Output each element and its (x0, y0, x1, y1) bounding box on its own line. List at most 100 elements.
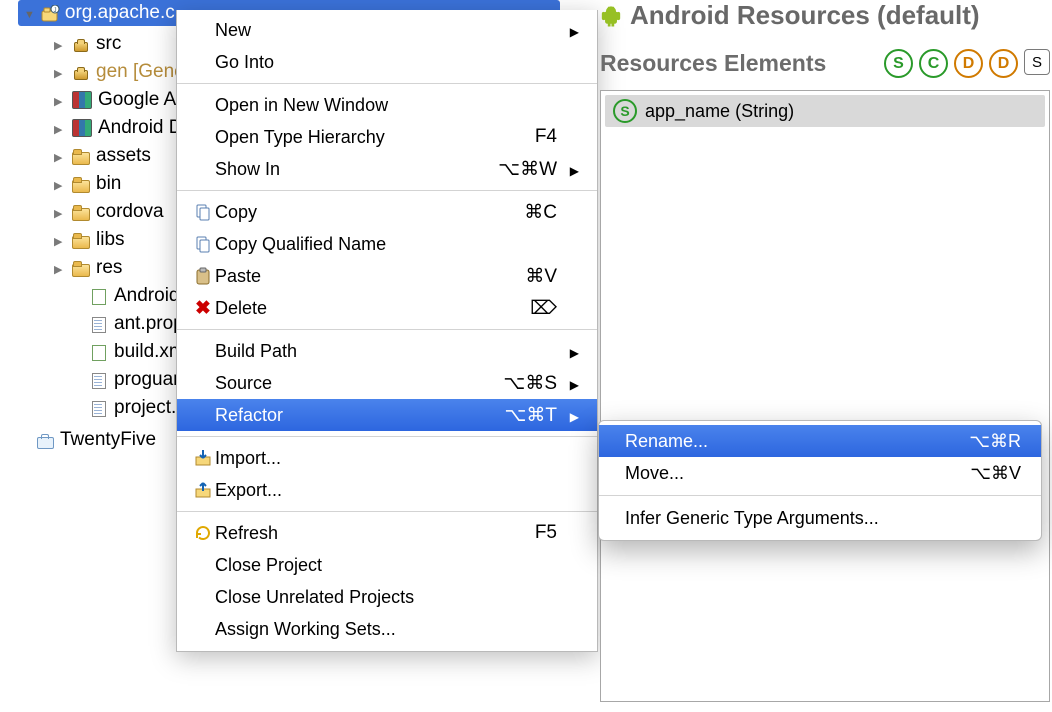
menu-item-label: Paste (215, 266, 477, 287)
string-resource-icon: S (613, 99, 637, 123)
menu-item-label: Close Unrelated Projects (215, 587, 477, 608)
disclosure-triangle-icon[interactable] (54, 261, 66, 276)
menu-item-show-in[interactable]: Show In⌥⌘W (177, 153, 597, 185)
tree-item-label: Android D (98, 117, 183, 139)
menu-item-label: Rename... (625, 431, 941, 452)
resource-list[interactable]: S app_name (String) (600, 90, 1050, 702)
booklib-icon (72, 91, 92, 109)
resource-list-item[interactable]: S app_name (String) (605, 95, 1045, 127)
menu-separator (177, 83, 597, 84)
submenu-arrow-icon (557, 405, 579, 426)
tree-item-label: src (96, 33, 121, 55)
submenu-arrow-icon (557, 341, 579, 362)
export-icon (191, 481, 215, 499)
resources-subheader-row: Resources Elements SCDDS (600, 49, 1050, 78)
menu-item-shortcut: ⌦ (477, 297, 557, 320)
menu-item-export---[interactable]: Export... (177, 474, 597, 506)
pkg-icon (72, 64, 90, 80)
menu-item-refactor[interactable]: Refactor⌥⌘T (177, 399, 597, 431)
menu-item-label: Export... (215, 480, 477, 501)
copy-icon (191, 203, 215, 221)
menu-item-build-path[interactable]: Build Path (177, 335, 597, 367)
menu-item-label: Refactor (215, 405, 477, 426)
file-icon (90, 316, 108, 332)
resources-panel: Android Resources (default) Resources El… (600, 0, 1050, 702)
menu-item-open-in-new-window[interactable]: Open in New Window (177, 89, 597, 121)
menu-item-source[interactable]: Source⌥⌘S (177, 367, 597, 399)
disclosure-triangle-icon[interactable] (54, 149, 66, 164)
folder-icon (72, 148, 90, 164)
resource-type-buttons: SCDDS (884, 49, 1050, 78)
resources-panel-header: Android Resources (default) (600, 0, 1050, 37)
menu-item-open-type-hierarchy[interactable]: Open Type HierarchyF4 (177, 121, 597, 153)
resource-item-label: app_name (String) (645, 101, 794, 122)
menu-item-go-into[interactable]: Go Into (177, 46, 597, 78)
menu-item-paste[interactable]: Paste⌘V (177, 260, 597, 292)
menu-item-close-project[interactable]: Close Project (177, 549, 597, 581)
tree-root-label: org.apache.c (65, 2, 175, 24)
tree-item-label: cordova (96, 201, 164, 223)
menu-item-label: Build Path (215, 341, 477, 362)
menu-item-copy[interactable]: Copy⌘C (177, 196, 597, 228)
resource-filter-s-4[interactable]: S (1024, 49, 1050, 75)
menu-item-label: Go Into (215, 52, 477, 73)
disclosure-triangle-icon[interactable] (54, 121, 66, 136)
resource-filter-s-0[interactable]: S (884, 49, 913, 78)
disclosure-triangle-icon[interactable] (24, 2, 35, 24)
menu-item-assign-working-sets---[interactable]: Assign Working Sets... (177, 613, 597, 645)
menu-separator (177, 511, 597, 512)
paste-icon (191, 267, 215, 285)
menu-item-label: Import... (215, 448, 477, 469)
menu-item-new[interactable]: New (177, 14, 597, 46)
tree-item-label: assets (96, 145, 151, 167)
folder-icon (72, 232, 90, 248)
menu-item-shortcut: ⌥⌘R (941, 431, 1021, 452)
submenu-item-infer-generic-type-arguments---[interactable]: Infer Generic Type Arguments... (599, 502, 1041, 534)
menu-item-shortcut: ⌥⌘T (477, 404, 557, 427)
copy2-icon (191, 235, 215, 253)
menu-item-copy-qualified-name[interactable]: Copy Qualified Name (177, 228, 597, 260)
menu-item-label: Show In (215, 159, 477, 180)
tree-item-label: libs (96, 229, 125, 251)
file-icon (90, 372, 108, 388)
disclosure-triangle-icon[interactable] (54, 65, 66, 80)
file-icon (90, 400, 108, 416)
disclosure-triangle-icon[interactable] (54, 93, 66, 108)
menu-item-shortcut: ⌥⌘V (941, 463, 1021, 484)
submenu-arrow-icon (557, 373, 579, 394)
resource-filter-d-2[interactable]: D (954, 49, 983, 78)
tree-item-label: bin (96, 173, 121, 195)
tree-item-label: TwentyFive (60, 429, 156, 451)
menu-item-label: Source (215, 373, 477, 394)
submenu-item-rename---[interactable]: Rename...⌥⌘R (599, 425, 1041, 457)
menu-item-label: Close Project (215, 555, 477, 576)
disclosure-triangle-icon[interactable] (54, 233, 66, 248)
xmlfile-icon (90, 288, 108, 304)
menu-item-close-unrelated-projects[interactable]: Close Unrelated Projects (177, 581, 597, 613)
xmlfile-icon (90, 344, 108, 360)
menu-item-shortcut: F5 (477, 522, 557, 544)
menu-separator (177, 190, 597, 191)
panel-title: Android Resources (default) (630, 0, 980, 31)
menu-item-delete[interactable]: ✖Delete⌦ (177, 292, 597, 324)
refresh-icon (191, 524, 215, 542)
disclosure-triangle-icon[interactable] (54, 37, 66, 52)
submenu-arrow-icon (557, 159, 579, 180)
booklib-icon (72, 119, 92, 137)
menu-separator (177, 436, 597, 437)
context-menu: New Go Into Open in New WindowOpen Type Hi… (176, 10, 598, 652)
submenu-item-move---[interactable]: Move...⌥⌘V (599, 457, 1041, 489)
tree-item-label: gen [Gene (96, 61, 185, 83)
resource-filter-c-1[interactable]: C (919, 49, 948, 78)
menu-item-label: New (215, 20, 477, 41)
pkg-icon (72, 36, 90, 52)
menu-item-refresh[interactable]: RefreshF5 (177, 517, 597, 549)
disclosure-triangle-icon[interactable] (54, 177, 66, 192)
menu-item-shortcut: ⌘C (477, 201, 557, 224)
menu-item-import---[interactable]: Import... (177, 442, 597, 474)
java-project-icon: J (41, 5, 59, 21)
menu-item-label: Assign Working Sets... (215, 619, 477, 640)
resource-filter-d-3[interactable]: D (989, 49, 1018, 78)
submenu-arrow-icon (557, 20, 579, 41)
disclosure-triangle-icon[interactable] (54, 205, 66, 220)
